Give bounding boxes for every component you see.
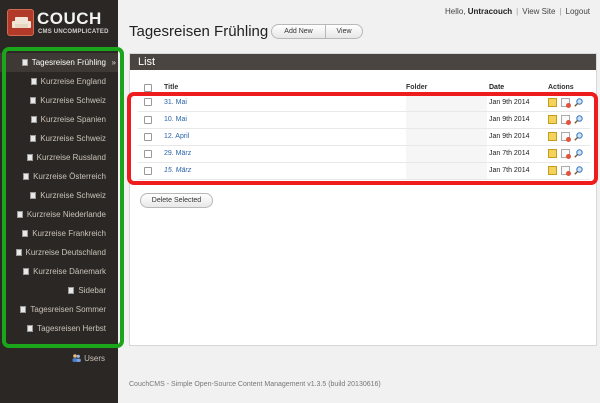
footer-text: CouchCMS - Simple Open-Source Content Ma…	[129, 381, 381, 388]
separator: |	[516, 7, 519, 16]
highlight-sidebar-annotation	[2, 47, 124, 348]
couch-logo[interactable]: COUCH CMS UNCOMPLICATED	[7, 9, 115, 39]
sidebar-item-users[interactable]: Users	[0, 351, 118, 367]
logo-subtitle: CMS UNCOMPLICATED	[38, 29, 109, 35]
logout-link[interactable]: Logout	[566, 7, 590, 16]
top-bar: Hello, Untracouch | View Site | Logout	[445, 7, 590, 16]
view-button[interactable]: View	[325, 24, 363, 39]
users-icon	[72, 354, 81, 362]
username: Untracouch	[467, 7, 513, 16]
view-site-link[interactable]: View Site	[522, 7, 555, 16]
greeting-text: Hello,	[445, 7, 468, 16]
separator: |	[559, 7, 562, 16]
add-new-button[interactable]: Add New	[271, 24, 326, 39]
list-heading: List	[130, 54, 596, 70]
sidebar-item-label: Users	[84, 354, 105, 363]
highlight-list-annotation	[127, 92, 598, 185]
select-all-checkbox[interactable]	[144, 83, 152, 92]
page-title: Tagesreisen Frühling	[129, 23, 269, 40]
logo-title: COUCH	[37, 9, 102, 28]
couch-icon	[7, 9, 34, 36]
delete-selected-button[interactable]: Delete Selected	[140, 193, 213, 208]
